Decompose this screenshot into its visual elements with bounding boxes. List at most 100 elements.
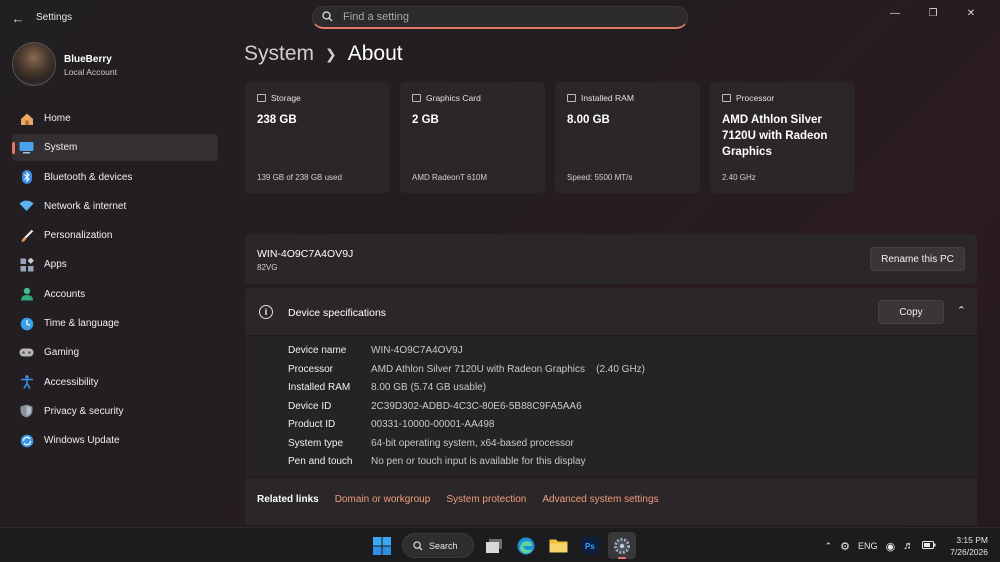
chevron-up-icon[interactable]: ⌃ — [957, 304, 966, 317]
spec-key: Installed RAM — [288, 382, 351, 393]
sidebar-item-bluetooth-devices[interactable]: Bluetooth & devices — [12, 164, 218, 191]
spec-row: Product ID 00331-10000-00001-AA498 — [288, 419, 494, 430]
brush-icon — [19, 228, 34, 243]
minimize-button[interactable]: — — [876, 4, 914, 22]
gaming-icon — [19, 345, 34, 360]
start-button[interactable] — [368, 532, 396, 559]
sidebar-item-accounts[interactable]: Accounts — [12, 281, 218, 308]
task-view-button[interactable] — [480, 532, 508, 559]
battery-icon[interactable] — [922, 541, 936, 551]
window-controls: — ❐ ✕ — [876, 4, 990, 22]
installed-ram-card[interactable]: Installed RAM 8.00 GB Speed: 5500 MT/s — [555, 82, 700, 193]
file-explorer-button[interactable] — [544, 532, 572, 559]
sidebar-item-privacy-security[interactable]: Privacy & security — [12, 398, 218, 425]
sidebar-item-label: System — [44, 142, 78, 154]
graphics-card-icon — [412, 94, 421, 102]
card-footer: 2.40 GHz — [722, 173, 756, 182]
task-view-icon — [486, 538, 502, 553]
sidebar-item-personalization[interactable]: Personalization — [12, 222, 218, 249]
card-header: Installed RAM — [581, 93, 634, 103]
card-value: 238 GB — [257, 114, 297, 126]
advanced-system-settings-link[interactable]: Advanced system settings — [542, 494, 658, 505]
system-protection-link[interactable]: System protection — [446, 494, 526, 505]
sidebar-item-label: Accessibility — [44, 376, 99, 388]
card-header: Storage — [271, 93, 301, 103]
domain-workgroup-link[interactable]: Domain or workgroup — [335, 494, 431, 505]
card-footer: Speed: 5500 MT/s — [567, 173, 633, 182]
language-indicator[interactable]: ENG — [858, 541, 878, 551]
breadcrumb-parent[interactable]: System — [244, 42, 314, 66]
sidebar-item-network-internet[interactable]: Network & internet — [12, 193, 218, 220]
photoshop-icon: Ps — [581, 537, 599, 554]
pc-model: 82VG — [257, 263, 278, 272]
device-specifications-title: Device specifications — [288, 307, 387, 319]
update-icon — [19, 433, 34, 448]
copy-button[interactable]: Copy — [878, 300, 944, 324]
sidebar-item-label: Privacy & security — [44, 405, 124, 417]
sidebar-item-windows-update[interactable]: Windows Update — [12, 427, 218, 454]
sidebar-item-label: Gaming — [44, 347, 80, 359]
search-input[interactable] — [343, 11, 663, 23]
spec-key: System type — [288, 437, 344, 449]
spec-value: 00331-10000-00001-AA498 — [371, 419, 495, 430]
back-button[interactable]: ← — [8, 8, 28, 28]
taskbar-search-label: Search — [429, 540, 458, 551]
chevron-up-icon[interactable]: ⌃ — [825, 541, 833, 552]
storage-card[interactable]: Storage 238 GB 139 GB of 238 GB used — [245, 82, 390, 193]
svg-text:Ps: Ps — [585, 542, 595, 551]
card-value: 2 GB — [412, 114, 439, 126]
speaker-icon[interactable]: ♬ — [903, 540, 914, 552]
sidebar-item-system[interactable]: System — [12, 134, 218, 162]
spec-value: No pen or touch input is available for t… — [371, 456, 586, 467]
spec-row: Processor AMD Athlon Silver 7120U with Ra… — [288, 364, 645, 375]
clock[interactable]: 3:15 PM 7/26/2026 — [950, 534, 988, 558]
windows-logo-icon — [373, 536, 391, 555]
rename-pc-button[interactable]: Rename this PC — [870, 247, 965, 271]
sidebar-nav: Home System Bluetooth & devices Network … — [12, 105, 218, 457]
spec-value: WIN-4O9C7A4OV9J — [371, 345, 463, 356]
processor-card[interactable]: Processor AMD Athlon Silver 7120U with R… — [710, 82, 855, 193]
spec-key: Pen and touch — [288, 456, 353, 467]
avatar[interactable] — [12, 42, 56, 86]
notifications-off-icon[interactable]: ⚙ — [840, 540, 850, 553]
spec-cards: Storage 238 GB 139 GB of 238 GB used Gra… — [245, 82, 855, 193]
sidebar-item-accessibility[interactable]: Accessibility — [12, 369, 218, 396]
clock-date: 7/26/2026 — [950, 547, 988, 557]
device-specifications-header[interactable]: i Device specifications Copy ⌃ — [245, 288, 977, 336]
user-name: BlueBerry — [64, 54, 112, 65]
spec-key: Product ID — [288, 419, 336, 430]
sidebar-item-gaming[interactable]: Gaming — [12, 339, 218, 366]
spec-row: Device name WIN-4O9C7A4OV9J — [288, 345, 463, 356]
close-button[interactable]: ✕ — [952, 4, 990, 22]
processor-icon — [722, 94, 731, 102]
accessibility-icon — [19, 375, 34, 390]
search-box[interactable] — [312, 6, 688, 29]
taskbar-search[interactable]: Search — [402, 533, 474, 558]
folder-icon — [549, 539, 567, 553]
accounts-icon — [19, 287, 34, 302]
sidebar-item-time-language[interactable]: Time & language — [12, 310, 218, 337]
maximize-button[interactable]: ❐ — [914, 4, 952, 22]
sidebar-item-label: Accounts — [44, 288, 86, 300]
time-language-icon — [19, 316, 34, 331]
clock-time: 3:15 PM — [956, 535, 988, 545]
device-specifications-body: Device name WIN-4O9C7A4OV9J Processor AMD … — [245, 337, 977, 477]
sidebar-item-home[interactable]: Home — [12, 105, 218, 132]
sidebar-item-label: Home — [44, 113, 71, 124]
related-links-label: Related links — [257, 494, 319, 505]
pc-name: WIN-4O9C7A4OV9J — [257, 248, 354, 260]
search-icon — [413, 540, 423, 551]
photoshop-button[interactable]: Ps — [576, 532, 604, 559]
spec-value: 2C39D302-ADBD-4C3C-80E6-5B88C9FA5AA6 — [371, 400, 582, 412]
spec-key: Processor — [288, 363, 334, 375]
edge-button[interactable] — [512, 532, 540, 559]
card-header: Processor — [736, 93, 775, 103]
spec-row: Device ID 2C39D302-ADBD-4C3C-80E6-5B88C9F… — [288, 401, 582, 412]
card-value: 8.00 GB — [567, 114, 610, 126]
user-account-type: Local Account — [64, 67, 117, 77]
graphics-card-card[interactable]: Graphics Card 2 GB AMD RadeonT 610M — [400, 82, 545, 193]
sidebar-item-apps[interactable]: Apps — [12, 251, 218, 278]
apps-icon — [19, 257, 34, 272]
globe-icon[interactable]: ◉ — [886, 540, 896, 553]
settings-taskbar-button[interactable] — [608, 532, 636, 559]
